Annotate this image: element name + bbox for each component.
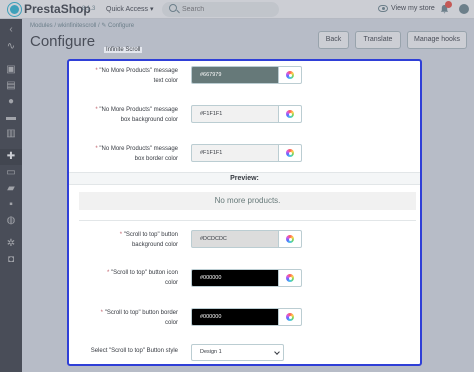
scroll-bg-color-input[interactable]: #DCDCDC	[191, 230, 279, 248]
color-wheel-icon	[286, 71, 294, 79]
field-label-box-background-color: * "No More Products" message box backgrou…	[95, 107, 178, 123]
box-background-color-picker[interactable]	[279, 105, 302, 123]
color-wheel-icon	[286, 274, 294, 282]
field-label-button-style: Select "Scroll to top" Button style	[90, 348, 178, 354]
field-label-scroll-border-color: * "Scroll to top" button border color	[100, 310, 178, 326]
box-border-color-input[interactable]: #F1F1F1	[191, 144, 279, 162]
color-wheel-icon	[286, 110, 294, 118]
color-wheel-icon	[286, 313, 294, 321]
field-label-box-border-color: * "No More Products" message box border c…	[95, 146, 178, 162]
text-color-input[interactable]: #667979	[191, 66, 279, 84]
field-label-text-color: * "No More Products" message text color	[95, 68, 178, 84]
color-wheel-icon	[286, 235, 294, 243]
field-label-scroll-icon-color: * "Scroll to top" button icon color	[107, 270, 178, 286]
color-wheel-icon	[286, 149, 294, 157]
box-border-color-picker[interactable]	[279, 144, 302, 162]
scroll-bg-color-picker[interactable]	[279, 230, 302, 248]
preview-heading: Preview:	[69, 172, 420, 185]
scroll-border-color-picker[interactable]	[279, 308, 302, 326]
button-style-select[interactable]: Design 1	[191, 344, 284, 361]
scroll-border-color-input[interactable]: #000000	[191, 308, 279, 326]
text-color-picker[interactable]	[279, 66, 302, 84]
panel-title: Infinite Scroll	[104, 47, 143, 53]
box-background-color-input[interactable]: #F1F1F1	[191, 105, 279, 123]
divider	[79, 220, 416, 221]
scroll-icon-color-picker[interactable]	[279, 269, 302, 287]
field-label-scroll-bg-color: * "Scroll to top" button background color	[119, 232, 178, 248]
scroll-icon-color-input[interactable]: #000000	[191, 269, 279, 287]
no-more-products-preview: No more products.	[79, 192, 416, 210]
